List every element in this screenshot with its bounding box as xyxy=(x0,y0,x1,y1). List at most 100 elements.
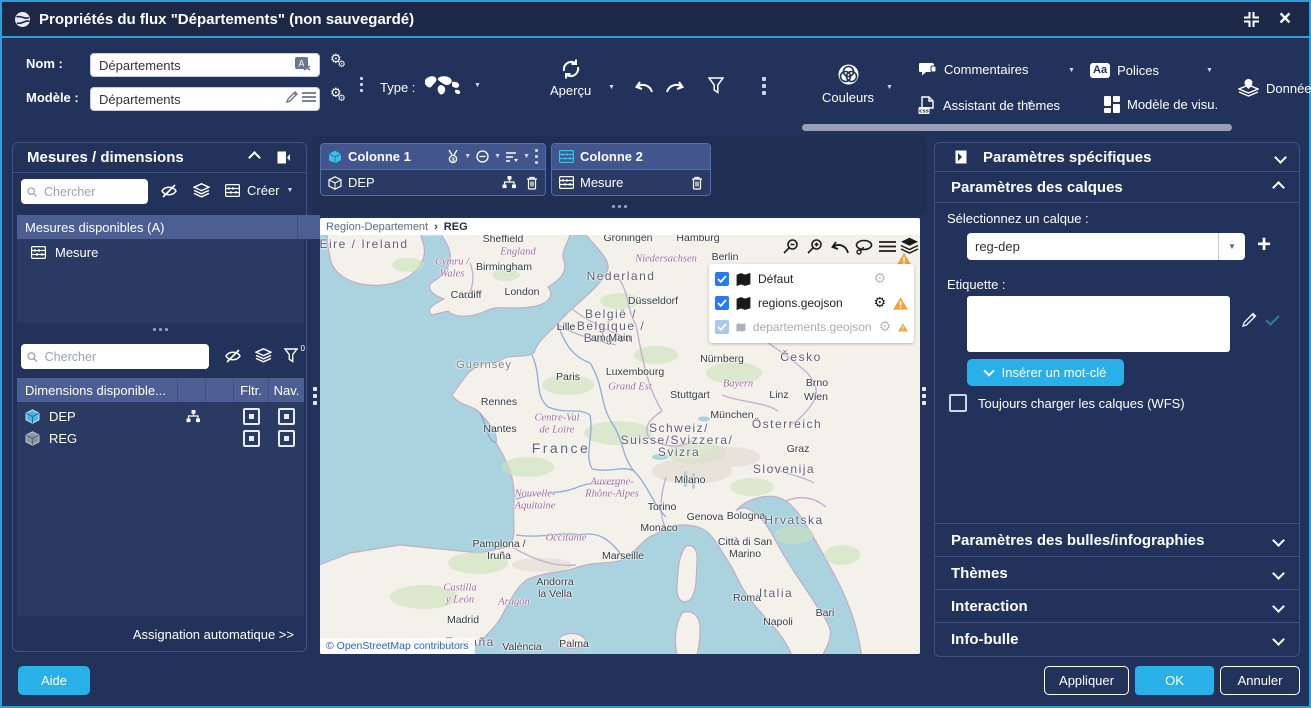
couleurs-button[interactable]: Couleurs xyxy=(822,62,874,105)
map-layers-icon[interactable] xyxy=(900,237,919,254)
colonne1-box[interactable]: Colonne 1 3 ▼ ▼ ▼ DEP xyxy=(320,143,546,196)
layer-checkbox[interactable] xyxy=(715,272,729,286)
right-splitter-handle[interactable] xyxy=(922,387,926,405)
hierarchy-icon[interactable] xyxy=(502,176,517,189)
sort-dropdown-arrow[interactable]: ▼ xyxy=(523,153,530,160)
layer-settings-gear-icon[interactable]: ⚙ xyxy=(873,272,886,286)
assistant-themes-button[interactable]: css Assistant de thèmes xyxy=(918,96,1060,114)
donnees-button[interactable]: Données xyxy=(1238,79,1311,98)
collapse-panel-chevron[interactable] xyxy=(248,151,261,164)
etiquette-textarea[interactable] xyxy=(967,296,1230,352)
nav-checkbox[interactable] xyxy=(278,408,295,425)
section-parametres-calques[interactable]: Paramètres des calques xyxy=(935,172,1299,203)
close-icon[interactable]: × xyxy=(1273,7,1297,31)
hide-measures-icon[interactable] xyxy=(160,184,178,198)
sort-icon[interactable] xyxy=(506,151,518,163)
map-zoom-out-icon[interactable] xyxy=(782,238,800,256)
measures-search[interactable] xyxy=(21,179,148,204)
section-parametres-specifiques[interactable]: Paramètres spécifiques xyxy=(935,143,1299,172)
fltr-checkbox[interactable] xyxy=(243,408,260,425)
layer-select[interactable]: reg-dep ▼ xyxy=(967,233,1245,260)
apercu-button[interactable]: Aperçu xyxy=(550,58,591,98)
add-layer-button[interactable]: + xyxy=(1257,231,1271,259)
more-options-kebab-icon[interactable] xyxy=(762,77,766,95)
couleurs-dropdown-arrow[interactable]: ▼ xyxy=(886,84,893,91)
dimension-row-dep[interactable]: DEP xyxy=(17,405,304,427)
dock-panel-icon[interactable] xyxy=(949,150,967,164)
edit-model-icon[interactable] xyxy=(285,90,299,104)
hide-dimensions-icon[interactable] xyxy=(224,349,242,363)
translate-icon[interactable]: A xyxy=(294,56,312,73)
splitter-handle[interactable] xyxy=(153,328,168,331)
dimensions-filter-icon[interactable]: 0 xyxy=(284,348,298,363)
model-list-icon[interactable] xyxy=(302,91,316,103)
map-canvas[interactable]: ManchesterSheffieldEnglandCymru /WalesBi… xyxy=(320,235,920,654)
polices-button[interactable]: Aa Polices xyxy=(1090,63,1159,78)
select-dropdown-arrow[interactable]: ▼ xyxy=(1218,233,1245,260)
polices-dropdown-arrow[interactable]: ▼ xyxy=(1206,67,1213,74)
group-layers-icon[interactable] xyxy=(193,183,210,198)
measures-search-input[interactable] xyxy=(42,184,142,200)
aide-button[interactable]: Aide xyxy=(18,666,90,695)
creer-button[interactable]: Créer ▼ xyxy=(225,183,293,198)
flow-options-gear-icon[interactable]: ⚙⚙ xyxy=(330,52,350,67)
appliquer-button[interactable]: Appliquer xyxy=(1044,666,1129,695)
dimensions-table-header[interactable]: Dimensions disponible... Fltr. Nav. xyxy=(17,378,304,402)
redo-icon[interactable] xyxy=(665,80,685,93)
aggregate-dropdown-arrow[interactable]: ▼ xyxy=(494,153,501,160)
chart-type-world-icon[interactable] xyxy=(422,73,464,99)
commentaires-dropdown-arrow[interactable]: ▼ xyxy=(1068,67,1075,74)
column-options-kebab-icon[interactable] xyxy=(535,149,538,164)
nom-input[interactable] xyxy=(90,53,320,77)
ranking-dropdown-arrow[interactable]: ▼ xyxy=(464,153,471,160)
measure-list-item[interactable]: Mesure xyxy=(17,239,304,260)
layer-settings-gear-icon[interactable]: ⚙ xyxy=(879,320,892,334)
section-info-bulle[interactable]: Info-bulle xyxy=(935,622,1299,655)
ranking-medal-icon[interactable]: 3 xyxy=(447,150,459,164)
type-dropdown-arrow[interactable]: ▼ xyxy=(474,82,481,89)
restore-icon[interactable] xyxy=(1239,7,1263,31)
section-themes[interactable]: Thèmes xyxy=(935,556,1299,589)
section-interaction[interactable]: Interaction xyxy=(935,589,1299,622)
layer-checkbox[interactable] xyxy=(715,320,729,334)
insert-keyword-button[interactable]: Insérer un mot-clé xyxy=(967,359,1124,386)
validate-etiquette-check-icon[interactable] xyxy=(1265,315,1280,326)
section-bulles-infographies[interactable]: Paramètres des bulles/infographies xyxy=(935,523,1299,556)
auto-assign-link[interactable]: Assignation automatique >> xyxy=(133,627,294,642)
dimension-row-reg[interactable]: REG xyxy=(17,427,304,449)
map-menu-icon[interactable] xyxy=(879,240,896,253)
apercu-dropdown-arrow[interactable]: ▼ xyxy=(608,84,615,91)
group-layers-icon[interactable] xyxy=(255,348,272,363)
assistant-dropdown-arrow[interactable]: ▼ xyxy=(1026,101,1033,108)
map-attribution[interactable]: © OpenStreetMap contributors xyxy=(320,638,475,654)
breadcrumb-current[interactable]: REG xyxy=(444,221,468,233)
dimensions-search-input[interactable] xyxy=(43,349,203,365)
annuler-button[interactable]: Annuler xyxy=(1220,666,1300,695)
strip-splitter-handle[interactable] xyxy=(612,205,627,208)
map-zoom-in-icon[interactable] xyxy=(806,238,824,256)
toolbar-scrollbar[interactable] xyxy=(802,124,1232,131)
model-options-gear-icon[interactable]: ⚙⚙ xyxy=(330,86,350,101)
map-lasso-icon[interactable] xyxy=(854,239,873,256)
wfs-checkbox-row[interactable]: Toujours charger les calques (WFS) xyxy=(949,394,1185,412)
dock-panel-icon[interactable] xyxy=(277,151,292,164)
fltr-checkbox[interactable] xyxy=(243,430,260,447)
edit-etiquette-pencil-icon[interactable] xyxy=(1241,311,1258,328)
map-back-icon[interactable] xyxy=(830,240,850,254)
breadcrumb-root[interactable]: Region-Departement xyxy=(326,221,428,233)
trash-icon[interactable] xyxy=(526,176,538,190)
colonne2-box[interactable]: Colonne 2 Mesure xyxy=(551,143,711,196)
trash-icon[interactable] xyxy=(691,176,703,190)
wfs-checkbox[interactable] xyxy=(949,394,967,412)
filter-icon[interactable] xyxy=(708,77,724,94)
layer-settings-gear-icon[interactable]: ⚙ xyxy=(873,296,886,310)
ok-button[interactable]: OK xyxy=(1135,666,1214,695)
commentaires-button[interactable]: Commentaires xyxy=(918,62,1029,77)
dimensions-search[interactable] xyxy=(21,344,209,369)
measures-available-header[interactable]: Mesures disponibles (A) xyxy=(17,215,320,239)
nav-checkbox[interactable] xyxy=(278,430,295,447)
undo-icon[interactable] xyxy=(634,80,654,93)
left-splitter-handle[interactable] xyxy=(313,387,317,405)
aggregate-icon[interactable] xyxy=(476,150,489,163)
layer-checkbox[interactable] xyxy=(715,296,729,310)
